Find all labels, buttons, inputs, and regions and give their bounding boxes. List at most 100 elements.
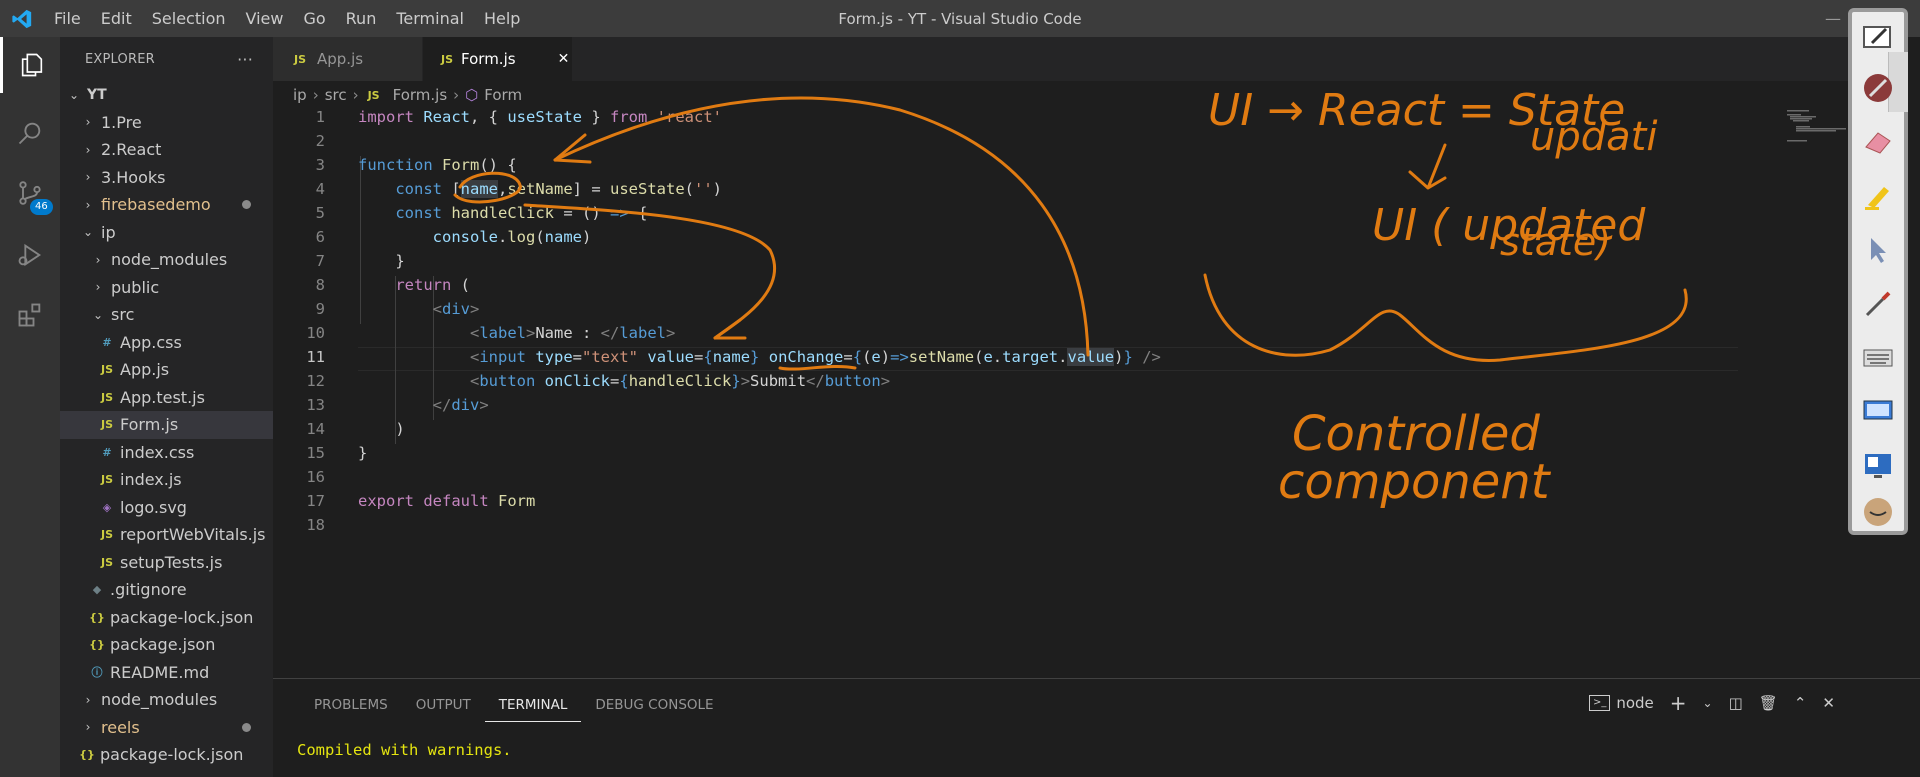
extensions-icon[interactable] xyxy=(0,287,60,343)
menu-help[interactable]: Help xyxy=(474,0,530,37)
json-file-icon: {} xyxy=(89,638,105,652)
tree-folder-node-modules[interactable]: › node_modules xyxy=(60,246,273,274)
pointer-icon[interactable] xyxy=(1858,230,1898,270)
tab-terminal[interactable]: TERMINAL xyxy=(484,689,582,722)
breadcrumb-item[interactable]: Form.js xyxy=(393,86,448,104)
code-editor[interactable]: 1 2 3 4 5 6 7 8 9 10 11 12 13 14 15 16 1… xyxy=(273,108,1853,534)
split-terminal-icon[interactable]: ◫ xyxy=(1729,694,1743,712)
tree-file-setuptests-js[interactable]: JS setupTests.js xyxy=(60,549,273,577)
hide-toolbar-icon[interactable] xyxy=(1858,492,1898,532)
menu-go[interactable]: Go xyxy=(293,0,335,37)
tree-file-readme-md[interactable]: ⓘ README.md xyxy=(60,659,273,687)
screen-capture-icon[interactable] xyxy=(1858,392,1898,432)
run-debug-icon[interactable] xyxy=(0,227,60,283)
line-number: 8 xyxy=(315,276,325,294)
tree-folder-public[interactable]: › public xyxy=(60,274,273,302)
menu-edit[interactable]: Edit xyxy=(91,0,142,37)
tab-app-js[interactable]: JS App.js xyxy=(273,37,423,81)
explorer-icon[interactable] xyxy=(0,37,60,93)
tree-folder-1pre[interactable]: › 1.Pre xyxy=(60,109,273,137)
breadcrumb-item[interactable]: ip xyxy=(293,86,307,104)
highlighter-icon[interactable] xyxy=(1858,176,1898,216)
tree-file-package-lock-json-root[interactable]: {} package-lock.json xyxy=(60,741,273,769)
tree-folder-src[interactable]: ⌄ src xyxy=(60,301,273,329)
code-line: const [name,setName] = useState('') xyxy=(395,180,723,198)
menu-selection[interactable]: Selection xyxy=(142,0,236,37)
line-number: 10 xyxy=(306,324,325,342)
eraser-icon[interactable] xyxy=(1858,122,1898,162)
tab-problems[interactable]: PROBLEMS xyxy=(300,689,402,722)
chevron-right-icon: › xyxy=(95,280,101,295)
tab-output[interactable]: OUTPUT xyxy=(402,689,485,722)
breadcrumb-item[interactable]: src xyxy=(325,86,347,104)
more-actions-icon[interactable]: ··· xyxy=(237,50,253,69)
line-number: 7 xyxy=(315,252,325,270)
js-file-icon: JS xyxy=(100,555,113,569)
menu-bar: File Edit Selection View Go Run Terminal… xyxy=(44,0,530,37)
chevron-down-icon[interactable]: ⌄ xyxy=(1703,696,1713,710)
line-number: 1 xyxy=(315,108,325,126)
pen-icon[interactable] xyxy=(1858,68,1898,108)
tree-folder-2react[interactable]: › 2.React xyxy=(60,136,273,164)
modified-dot-icon xyxy=(242,200,251,210)
line-number: 12 xyxy=(306,372,325,390)
menu-terminal[interactable]: Terminal xyxy=(386,0,474,37)
minimap[interactable] xyxy=(1787,108,1847,148)
js-file-icon: JS xyxy=(100,390,113,404)
tree-file-package-json[interactable]: {} package.json xyxy=(60,631,273,659)
menu-run[interactable]: Run xyxy=(336,0,387,37)
breadcrumb-item[interactable]: Form xyxy=(484,86,522,104)
chevron-right-icon: › xyxy=(85,142,91,157)
close-tab-icon[interactable]: ✕ xyxy=(558,51,570,67)
tree-folder-ip[interactable]: ⌄ ip xyxy=(60,219,273,247)
vscode-logo-icon[interactable] xyxy=(0,0,44,37)
tree-file-package-lock-json[interactable]: {} package-lock.json xyxy=(60,604,273,632)
keyboard-icon[interactable] xyxy=(1858,338,1898,378)
js-file-icon: JS xyxy=(100,473,113,487)
tree-folder-3hooks[interactable]: › 3.Hooks xyxy=(60,164,273,192)
tree-file-reportwebvitals-js[interactable]: JS reportWebVitals.js xyxy=(60,521,273,549)
tree-file-gitignore[interactable]: ◆ .gitignore xyxy=(60,576,273,604)
tree-file-logo-svg[interactable]: ◈ logo.svg xyxy=(60,494,273,522)
maximize-panel-icon[interactable]: ⌃ xyxy=(1794,694,1807,712)
chevron-down-icon: ⌄ xyxy=(82,225,94,240)
line-number: 6 xyxy=(315,228,325,246)
close-panel-icon[interactable]: ✕ xyxy=(1822,694,1835,712)
display-icon[interactable] xyxy=(1858,446,1898,486)
menu-file[interactable]: File xyxy=(44,0,91,37)
tree-folder-node-modules-root[interactable]: › node_modules xyxy=(60,686,273,714)
panel-controls: >_ node + ⌄ ◫ 🗑 ⌃ ✕ xyxy=(1588,691,1835,715)
terminal-selector[interactable]: >_ node xyxy=(1588,694,1654,712)
breadcrumb: ip › src › JS Form.js › ⬡ Form xyxy=(293,84,522,106)
tab-debug-console[interactable]: DEBUG CONSOLE xyxy=(581,689,727,722)
code-line: <label>Name : </label> xyxy=(469,324,676,342)
menu-view[interactable]: View xyxy=(236,0,294,37)
explorer-header: EXPLORER ··· xyxy=(60,37,273,81)
line-number: 13 xyxy=(306,396,325,414)
explorer-sidebar: EXPLORER ··· ⌄ YT › 1.Pre › 2.React › 3.Hoo… xyxy=(60,37,273,777)
tree-root-yt[interactable]: ⌄ YT xyxy=(60,81,273,109)
source-control-icon[interactable]: 46 xyxy=(0,165,60,221)
search-icon[interactable] xyxy=(0,105,60,161)
trash-icon[interactable]: 🗑 xyxy=(1759,694,1778,712)
tree-file-app-test-js[interactable]: JS App.test.js xyxy=(60,384,273,412)
brush-icon[interactable] xyxy=(1858,284,1898,324)
js-file-icon: JS xyxy=(100,363,113,377)
panel-tabs: PROBLEMS OUTPUT TERMINAL DEBUG CONSOLE xyxy=(300,689,728,722)
chevron-down-icon: ⌄ xyxy=(68,87,80,102)
tree-file-index-js[interactable]: JS index.js xyxy=(60,466,273,494)
tab-form-js[interactable]: JS Form.js ✕ xyxy=(423,37,573,81)
new-terminal-icon[interactable]: + xyxy=(1670,691,1687,715)
tree-file-app-css[interactable]: # App.css xyxy=(60,329,273,357)
title-bar: File Edit Selection View Go Run Terminal… xyxy=(0,0,1920,37)
tree-folder-reels[interactable]: › reels xyxy=(60,714,273,742)
line-number: 18 xyxy=(306,516,325,534)
tree-file-form-js[interactable]: JS Form.js xyxy=(60,411,273,439)
terminal-output: Compiled with warnings. xyxy=(297,741,512,759)
whiteboard-icon[interactable] xyxy=(1858,18,1898,58)
scm-badge: 46 xyxy=(30,199,53,215)
tree-file-index-css[interactable]: # index.css xyxy=(60,439,273,467)
tree-folder-firebasedemo[interactable]: › firebasedemo xyxy=(60,191,273,219)
code-line: export default Form xyxy=(358,492,536,510)
tree-file-app-js[interactable]: JS App.js xyxy=(60,356,273,384)
